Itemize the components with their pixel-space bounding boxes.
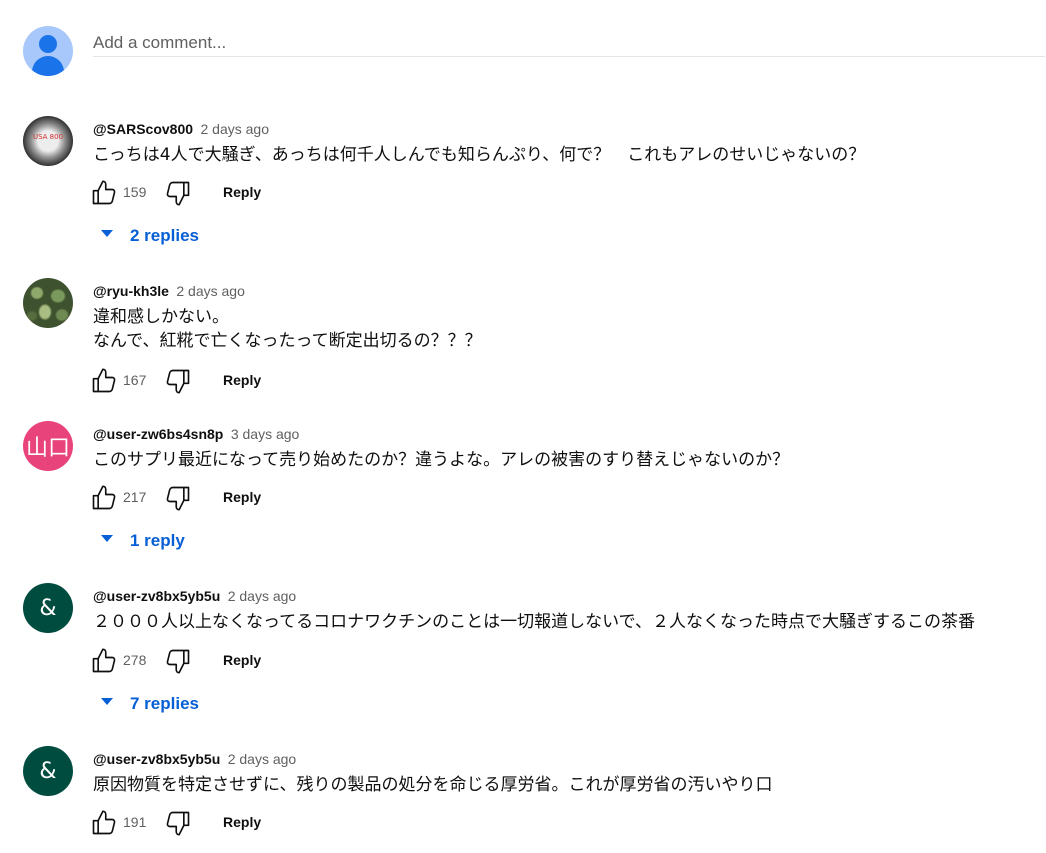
dislike-icon[interactable] xyxy=(164,179,192,207)
comment-timestamp[interactable]: 2 days ago xyxy=(228,588,297,604)
comment-author[interactable]: @user-zv8bx5yb5u xyxy=(93,588,220,604)
like-icon[interactable] xyxy=(90,367,118,395)
comment-timestamp[interactable]: 2 days ago xyxy=(176,283,245,299)
dislike-icon[interactable] xyxy=(164,809,192,837)
like-count: 159 xyxy=(123,184,147,200)
comment-text: 原因物質を特定させずに、残りの製品の処分を命じる厚労省。これが厚労省の汚いやり口 xyxy=(93,775,773,795)
replies-label: 7 replies xyxy=(130,694,199,713)
caret-down-icon xyxy=(101,535,113,542)
like-count: 278 xyxy=(123,652,147,668)
comment-thread: @ryu-kh3le 2 days ago 違和感しかない。 なんで、紅糀で亡く… xyxy=(23,278,1033,396)
view-replies-button[interactable]: 7 replies xyxy=(99,693,299,715)
comment-actions: 217 Reply xyxy=(90,484,330,512)
comment-text: 違和感しかない。 なんで、紅糀で亡くなったって断定出切るの？？？ xyxy=(93,307,482,351)
comment-text: こっちは4人で大騒ぎ、あっちは何千人しんでも知らんぷり、何で？ これもアレのせい… xyxy=(93,145,866,165)
comment-timestamp[interactable]: 2 days ago xyxy=(228,751,297,767)
like-count: 167 xyxy=(123,372,147,388)
comment-thread: & @user-zv8bx5yb5u 2 days ago 原因物質を特定させず… xyxy=(23,746,1033,846)
like-icon[interactable] xyxy=(90,484,118,512)
comment-author[interactable]: @user-zv8bx5yb5u xyxy=(93,751,220,767)
avatar-label: USA 800 xyxy=(32,133,64,141)
caret-down-icon xyxy=(101,230,113,237)
comment-author[interactable]: @ryu-kh3le xyxy=(93,283,169,299)
comment-thread: 山口 @user-zw6bs4sn8p 3 days ago このサプリ最近にな… xyxy=(23,421,1033,561)
reply-button[interactable]: Reply xyxy=(223,652,261,668)
comment-author[interactable]: @SARScov800 xyxy=(93,121,193,137)
dislike-icon[interactable] xyxy=(164,367,192,395)
reply-button[interactable]: Reply xyxy=(223,814,261,830)
comment-text: このサプリ最近になって売り始めたのか？違うよな。アレの被害のすり替えじゃないのか… xyxy=(93,450,790,470)
reply-button[interactable]: Reply xyxy=(223,372,261,388)
user-avatar xyxy=(23,26,73,76)
comment-timestamp[interactable]: 3 days ago xyxy=(231,426,300,442)
comment-thread: & @user-zv8bx5yb5u 2 days ago ２０００人以上なくな… xyxy=(23,583,1033,723)
comment-actions: 167 Reply xyxy=(90,367,330,395)
like-icon[interactable] xyxy=(90,179,118,207)
comment-thread: USA 800 @SARScov800 2 days ago こっちは4人で大騒… xyxy=(23,116,1033,256)
like-icon[interactable] xyxy=(90,647,118,675)
reply-button[interactable]: Reply xyxy=(223,184,261,200)
avatar[interactable]: 山口 xyxy=(23,421,73,471)
replies-label: 2 replies xyxy=(130,226,199,245)
reply-button[interactable]: Reply xyxy=(223,489,261,505)
avatar[interactable]: USA 800 xyxy=(23,116,73,166)
add-comment-row xyxy=(23,26,1046,76)
add-comment-input[interactable] xyxy=(93,30,1045,57)
comment-timestamp[interactable]: 2 days ago xyxy=(200,121,269,137)
comment-actions: 159 Reply xyxy=(90,179,330,207)
comment-actions: 278 Reply xyxy=(90,647,330,675)
dislike-icon[interactable] xyxy=(164,647,192,675)
comment-author[interactable]: @user-zw6bs4sn8p xyxy=(93,426,223,442)
like-count: 191 xyxy=(123,814,147,830)
like-icon[interactable] xyxy=(90,809,118,837)
view-replies-button[interactable]: 2 replies xyxy=(99,225,299,247)
avatar[interactable] xyxy=(23,278,73,328)
avatar[interactable]: & xyxy=(23,583,73,633)
avatar[interactable]: & xyxy=(23,746,73,796)
caret-down-icon xyxy=(101,698,113,705)
comment-text: ２０００人以上なくなってるコロナワクチンのことは一切報道しないで、２人なくなった… xyxy=(93,612,975,632)
like-count: 217 xyxy=(123,489,147,505)
replies-label: 1 reply xyxy=(130,531,185,550)
dislike-icon[interactable] xyxy=(164,484,192,512)
comment-actions: 191 Reply xyxy=(90,809,330,837)
view-replies-button[interactable]: 1 reply xyxy=(99,530,299,552)
